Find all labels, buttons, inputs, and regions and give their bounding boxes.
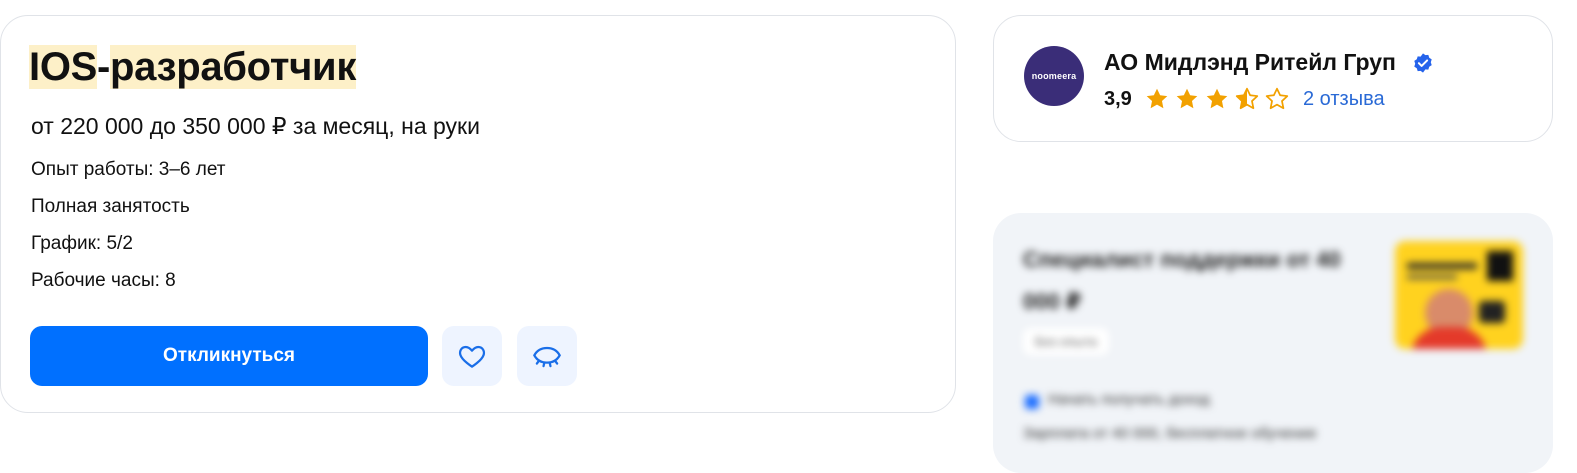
company-card: noomeera АО Мидлэнд Ритейл Груп 3,9 2 от… (993, 15, 1553, 142)
company-logo[interactable]: noomeera (1024, 46, 1084, 106)
vacancy-card: IOS-разработчик от 220 000 до 350 000 ₽ … (0, 15, 956, 413)
ad-title: Специалист поддержки от 40 000 ₽ (1023, 247, 1341, 314)
schedule: График: 5/2 (31, 233, 133, 254)
ad-image (1395, 241, 1523, 349)
company-logo-text: noomeera (1031, 71, 1077, 81)
rating-stars (1144, 86, 1290, 112)
reviews-link[interactable]: 2 отзыва (1303, 86, 1385, 112)
working-hours: Рабочие часы: 8 (31, 270, 176, 291)
star-empty-icon (1265, 87, 1289, 110)
favorite-button[interactable] (442, 326, 502, 386)
vacancy-title: IOS-разработчик (29, 42, 356, 92)
respond-button[interactable]: Откликнуться (30, 326, 428, 386)
verified-check-icon (1414, 53, 1432, 73)
ad-card[interactable]: Специалист поддержки от 40 000 ₽ Без опы… (993, 213, 1553, 473)
star-full-icon (1176, 88, 1198, 109)
heart-icon (458, 345, 486, 368)
salary: от 220 000 до 350 000 ₽ за месяц, на рук… (31, 113, 480, 139)
ad-pill: Без опыта (1023, 328, 1109, 355)
hide-vacancy-button[interactable] (517, 326, 577, 386)
title-separator: - (97, 45, 111, 89)
eye-closed-icon (533, 346, 561, 368)
experience: Опыт работы: 3–6 лет (31, 159, 226, 180)
star-full-icon (1206, 88, 1228, 109)
employment-type: Полная занятость (31, 196, 190, 217)
star-half-icon (1235, 87, 1259, 110)
ad-text-line: Начать получать доход (1048, 391, 1210, 408)
company-name-link[interactable]: АО Мидлэнд Ритейл Груп (1104, 46, 1396, 78)
star-full-icon (1146, 88, 1168, 109)
rating-value: 3,9 (1104, 88, 1132, 110)
ad-text-line: Зарплата от 40 000, бесплатное обучение (1023, 425, 1317, 442)
title-highlight-ios: IOS (29, 45, 98, 89)
title-highlight-role: разработчик (110, 45, 357, 89)
ad-bullet-icon (1025, 395, 1039, 409)
